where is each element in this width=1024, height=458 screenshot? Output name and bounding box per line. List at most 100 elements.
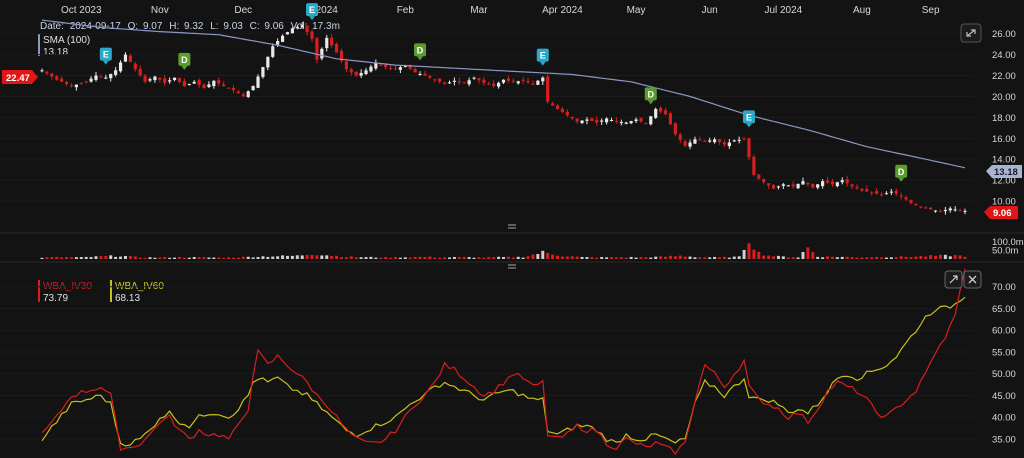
expand-icon[interactable] (960, 23, 982, 43)
volume-bar (153, 257, 157, 259)
candle-body (452, 80, 457, 82)
candle-body (801, 181, 805, 185)
close-icon[interactable] (963, 270, 982, 289)
volume-bar (600, 257, 604, 259)
volume-bar (177, 256, 181, 259)
volume-bar (207, 257, 211, 259)
volume-bar (556, 255, 560, 259)
candle-body (462, 82, 466, 84)
candle-body (276, 41, 280, 45)
candle-body (398, 67, 402, 70)
volume-bar (649, 257, 653, 259)
candle-body (118, 62, 123, 72)
candle-body (226, 87, 231, 89)
time-tick-label: Mar (470, 5, 488, 16)
price-tick-label: 14.00 (992, 155, 1016, 166)
close-value: 9.06 (264, 21, 284, 32)
volume-bar (752, 249, 756, 259)
volume-bar (762, 255, 766, 259)
volume-bar (659, 256, 663, 259)
price-axis: 10.0012.0014.0016.0018.0020.0022.0024.00… (992, 29, 1016, 207)
candle-body (290, 28, 294, 34)
candle-body (757, 174, 761, 179)
price-tick-label: 10.00 (992, 197, 1016, 208)
candle-body (442, 82, 447, 84)
candle-body (40, 70, 44, 72)
time-tick-label: May (627, 5, 646, 16)
left-price-mark: 22.47 (2, 70, 38, 84)
volume-bar (128, 255, 132, 259)
candle-body (605, 118, 609, 123)
volume-bar (109, 255, 113, 259)
volume-bar (133, 256, 137, 259)
candle-body (732, 140, 736, 142)
marker-label: E (103, 50, 109, 60)
time-tick-label: Apr 2024 (542, 5, 583, 16)
candle-body (202, 84, 206, 89)
candle-body (727, 142, 731, 147)
volume-bar (958, 255, 962, 259)
volume-bar (929, 255, 933, 259)
volume-bar (276, 256, 280, 259)
candle-body (388, 67, 393, 69)
candle-body (624, 122, 628, 124)
volume-bar (138, 257, 142, 259)
candle-body (511, 80, 515, 82)
candle-body (953, 209, 957, 211)
volume-bar (290, 255, 294, 259)
volume-bar (163, 257, 167, 259)
volume-bar (884, 257, 888, 259)
volume-bar (688, 256, 692, 259)
volume-bar (45, 257, 49, 259)
candle-body (614, 120, 619, 122)
volume-bar (477, 257, 481, 259)
volume-bar (521, 257, 525, 259)
candle-body (315, 38, 319, 60)
candle-body (600, 120, 604, 122)
volume-bar (384, 256, 388, 259)
candle-body (492, 83, 496, 86)
volume-bar (398, 257, 402, 259)
volume-bar (236, 257, 240, 259)
price-tick-label: 22.00 (992, 71, 1016, 82)
candle-body (374, 62, 378, 69)
volume-bar (89, 257, 93, 259)
volume-bar (192, 257, 196, 259)
candle-body (825, 180, 830, 183)
candle-body (860, 188, 864, 191)
candle-body (619, 122, 623, 124)
volume-bar (497, 256, 501, 259)
volume-bar (349, 256, 353, 259)
volume-bar (938, 254, 942, 259)
volume-bar (472, 257, 476, 259)
candle-body (99, 76, 103, 78)
volume-bar (821, 257, 825, 259)
candle-body (320, 48, 324, 59)
candle-body (114, 70, 118, 75)
time-tick-label: Feb (397, 5, 415, 16)
volume-bar (305, 254, 309, 259)
candle-body (84, 81, 88, 83)
candle-body (546, 76, 550, 102)
volume-bar (610, 257, 614, 259)
sma-legend-swatch (38, 34, 40, 56)
volume-bar (212, 257, 216, 259)
candle-body (433, 79, 437, 81)
iv-tick-label: 45.00 (992, 391, 1016, 402)
volume-bar (668, 255, 672, 259)
volume-bar (182, 257, 186, 259)
volume-bar (811, 252, 815, 259)
price-tick-label: 18.00 (992, 113, 1016, 124)
candle-body (649, 116, 653, 125)
candle-body (889, 191, 893, 193)
candle-body (516, 81, 520, 84)
volume-bar (104, 256, 108, 259)
volume-bar (708, 257, 712, 259)
candle-body (565, 111, 569, 116)
volume-bar (55, 256, 59, 259)
volume-bar (526, 256, 530, 259)
volume-bar (246, 256, 250, 259)
volume-bar (114, 256, 118, 259)
expand-icon[interactable] (944, 270, 963, 289)
volume-bar (79, 257, 83, 259)
